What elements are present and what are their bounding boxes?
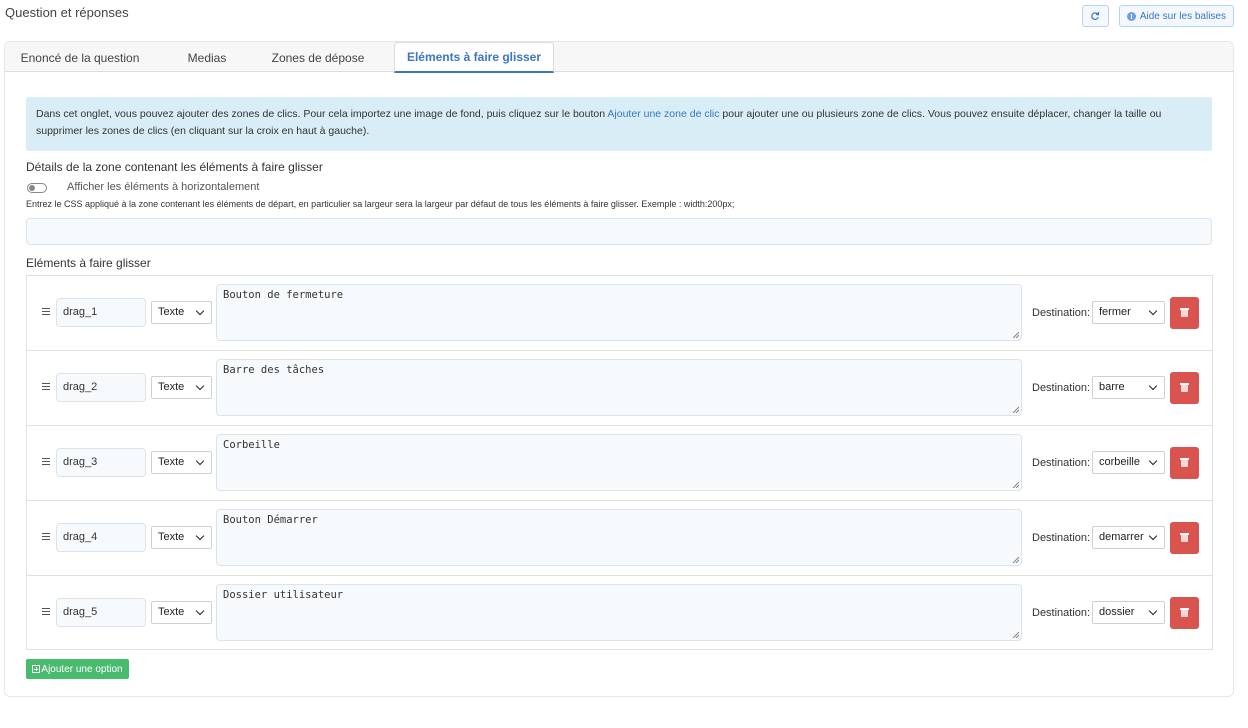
type-select[interactable]: Texte	[151, 451, 212, 474]
drag-handle-icon[interactable]	[42, 532, 50, 541]
type-select-value: Texte	[158, 306, 185, 318]
drag-handle-icon[interactable]	[42, 382, 50, 391]
destination-select-value: barre	[1099, 381, 1125, 393]
delete-button[interactable]	[1170, 522, 1199, 554]
tab-zones-depose[interactable]: Zones de dépose	[257, 42, 379, 73]
info-text-before: Dans cet onglet, vous pouvez ajouter des…	[36, 108, 608, 120]
drag-id-input[interactable]: drag_3	[56, 448, 146, 477]
drag-item-row: drag_5 Texte Dossier utilisateur Destina…	[27, 576, 1212, 651]
type-select-value: Texte	[158, 381, 185, 393]
chevron-down-icon	[1148, 381, 1158, 391]
drag-handle-icon[interactable]	[42, 607, 50, 616]
drag-id-input[interactable]: drag_5	[56, 598, 146, 627]
refresh-icon	[1091, 11, 1100, 20]
drag-handle-icon[interactable]	[42, 307, 50, 316]
drag-text-area[interactable]: Bouton Démarrer	[216, 509, 1022, 566]
trash-icon	[1180, 533, 1189, 542]
destination-label: Destination:	[1032, 607, 1091, 619]
chevron-down-icon	[195, 531, 205, 541]
trash-icon	[1180, 308, 1189, 317]
chevron-down-icon	[1148, 456, 1158, 466]
drag-id-input[interactable]: drag_2	[56, 373, 146, 402]
chevron-down-icon	[195, 606, 205, 616]
destination-select-value: corbeille	[1099, 456, 1140, 468]
drag-id-input[interactable]: drag_4	[56, 523, 146, 552]
drag-item-row: drag_1 Texte Bouton de fermeture Destina…	[27, 276, 1212, 351]
tab-enonce[interactable]: Enoncé de la question	[5, 42, 155, 73]
top-actions: Aide sur les balises	[1081, 5, 1234, 27]
question-editor-card: Enoncé de la question Medias Zones de dé…	[4, 41, 1234, 697]
chevron-down-icon	[195, 306, 205, 316]
page-title: Question et réponses	[5, 5, 129, 20]
delete-button[interactable]	[1170, 597, 1199, 629]
trash-icon	[1180, 608, 1189, 617]
tab-elements-glisser[interactable]: Eléments à faire glisser	[394, 42, 554, 73]
drag-item-row: drag_3 Texte Corbeille Destination: corb…	[27, 426, 1212, 501]
destination-select-value: dossier	[1099, 606, 1135, 618]
chevron-down-icon	[1148, 606, 1158, 616]
add-option-button[interactable]: Ajouter une option	[26, 659, 129, 679]
destination-select[interactable]: barre	[1092, 376, 1165, 399]
plus-square-icon	[32, 665, 41, 673]
help-tags-label: Aide sur les balises	[1139, 10, 1226, 22]
destination-label: Destination:	[1032, 382, 1091, 394]
destination-label: Destination:	[1032, 307, 1091, 319]
destination-label: Destination:	[1032, 532, 1091, 544]
type-select[interactable]: Texte	[151, 376, 212, 399]
refresh-button[interactable]	[1081, 5, 1109, 27]
destination-select-value: fermer	[1099, 306, 1131, 318]
chevron-down-icon	[1148, 531, 1158, 541]
destination-select[interactable]: demarrer	[1092, 526, 1165, 549]
drag-item-row: drag_2 Texte Barre des tâches Destinatio…	[27, 351, 1212, 426]
help-tags-button[interactable]: Aide sur les balises	[1118, 5, 1234, 27]
drag-items-title: Eléments à faire glisser	[26, 256, 151, 270]
drag-text-area[interactable]: Bouton de fermeture	[216, 284, 1022, 341]
add-option-label: Ajouter une option	[41, 663, 123, 675]
drag-items-list: drag_1 Texte Bouton de fermeture Destina…	[26, 275, 1213, 650]
delete-button[interactable]	[1170, 372, 1199, 404]
type-select-value: Texte	[158, 456, 185, 468]
chevron-down-icon	[1148, 306, 1158, 316]
type-select-value: Texte	[158, 606, 185, 618]
tab-bar: Enoncé de la question Medias Zones de dé…	[5, 42, 1233, 73]
trash-icon	[1180, 383, 1189, 392]
drag-item-row: drag_4 Texte Bouton Démarrer Destination…	[27, 501, 1212, 576]
destination-select[interactable]: corbeille	[1092, 451, 1165, 474]
tab-medias[interactable]: Medias	[165, 42, 249, 73]
trash-icon	[1180, 458, 1189, 467]
type-select[interactable]: Texte	[151, 526, 212, 549]
zone-details-title: Détails de la zone contenant les élément…	[26, 160, 323, 174]
css-input[interactable]	[26, 218, 1212, 245]
drag-text-area[interactable]: Barre des tâches	[216, 359, 1022, 416]
type-select-value: Texte	[158, 531, 185, 543]
destination-label: Destination:	[1032, 457, 1091, 469]
drag-text-area[interactable]: Corbeille	[216, 434, 1022, 491]
type-select[interactable]: Texte	[151, 601, 212, 624]
horizontal-toggle-label: Afficher les éléments à horizontalement	[67, 181, 260, 193]
info-alert: Dans cet onglet, vous pouvez ajouter des…	[26, 97, 1212, 151]
type-select[interactable]: Texte	[151, 301, 212, 324]
chevron-down-icon	[195, 381, 205, 391]
drag-id-input[interactable]: drag_1	[56, 298, 146, 327]
destination-select[interactable]: dossier	[1092, 601, 1165, 624]
delete-button[interactable]	[1170, 297, 1199, 329]
info-link-add-click-zone[interactable]: Ajouter une zone de clic	[607, 108, 719, 120]
drag-handle-icon[interactable]	[42, 457, 50, 466]
destination-select-value: demarrer	[1099, 531, 1144, 543]
info-icon	[1126, 11, 1136, 21]
css-hint: Entrez le CSS appliqué à la zone contena…	[26, 199, 735, 209]
delete-button[interactable]	[1170, 447, 1199, 479]
destination-select[interactable]: fermer	[1092, 301, 1165, 324]
horizontal-toggle[interactable]	[27, 183, 47, 193]
chevron-down-icon	[195, 456, 205, 466]
drag-text-area[interactable]: Dossier utilisateur	[216, 584, 1022, 641]
